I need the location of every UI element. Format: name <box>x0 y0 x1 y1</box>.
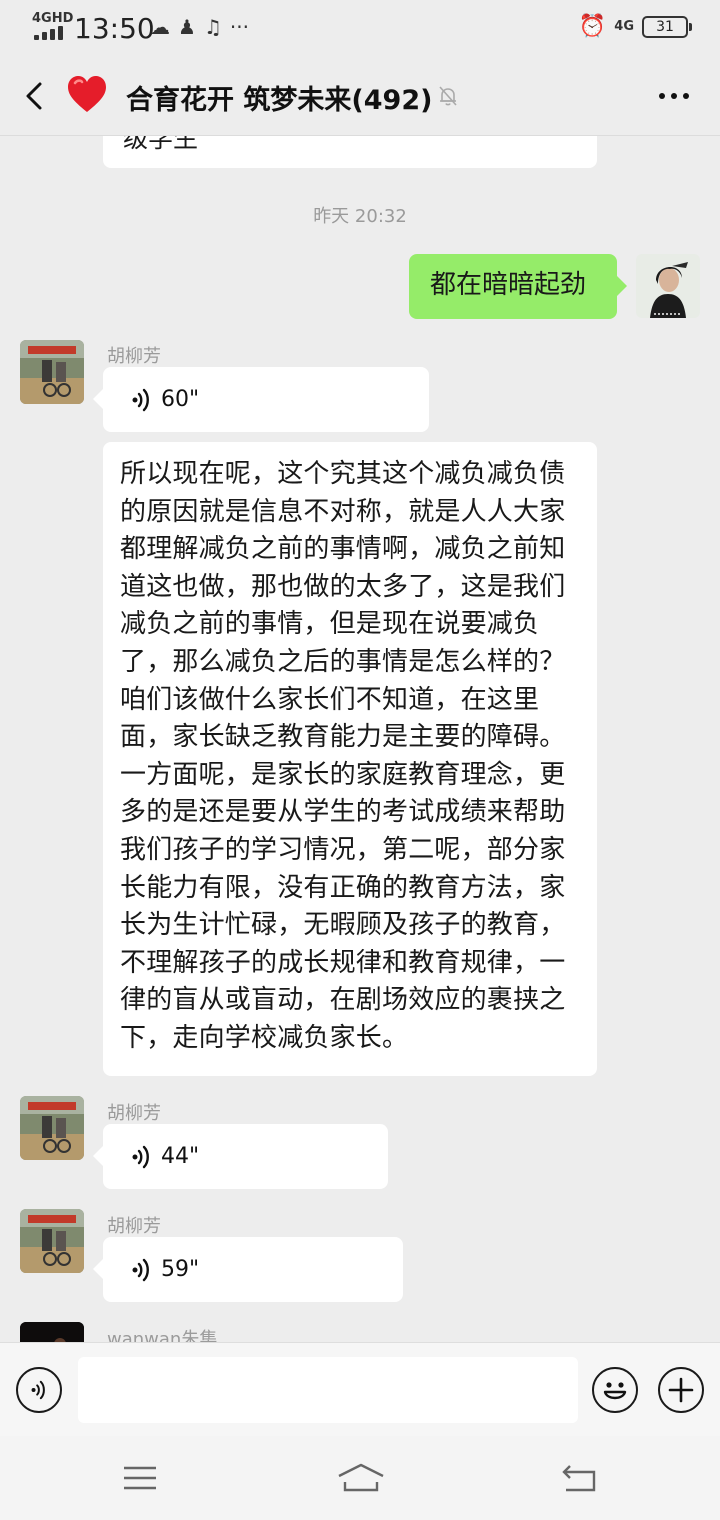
status-right: ⏰ 4G 31 <box>578 14 692 39</box>
message-text: 都在暗暗起劲 <box>430 270 587 300</box>
music-icon: ♫ <box>203 15 222 39</box>
network-type: 4GHD <box>32 11 74 26</box>
message-text: 所以现在呢，这个究其这个减负减负债的原因就是信息不对称，就是人人大家都理解减负之… <box>120 459 566 1053</box>
nav-bar: 合育花开 筑梦未来(492) <box>0 56 720 136</box>
status-bar: 4GHD 13:50 ☁ ♟ ♫ ··· ⏰ 4G 31 <box>0 0 720 56</box>
plus-icon <box>668 1377 694 1403</box>
message-text: 级学生 <box>123 136 199 153</box>
voice-duration: 59" <box>161 1256 200 1282</box>
network-type-right: 4G <box>614 19 634 34</box>
voice-wave-icon <box>132 1145 149 1168</box>
sender-name: wanwan朱集 <box>107 1329 218 1342</box>
voice-message-bubble[interactable]: 44" <box>93 1124 388 1189</box>
voice-duration: 44" <box>161 1143 200 1169</box>
signal-icon <box>34 26 66 40</box>
sender-avatar[interactable] <box>20 1322 84 1342</box>
more-functions-button[interactable] <box>658 1367 704 1413</box>
return-icon[interactable] <box>560 1462 600 1494</box>
emoji-icon <box>603 1382 627 1400</box>
voice-wave-icon <box>132 1258 149 1281</box>
input-bar <box>0 1342 720 1436</box>
sender-name: 胡柳芳 <box>107 346 161 367</box>
emoji-button[interactable] <box>592 1367 638 1413</box>
back-button[interactable] <box>18 76 54 116</box>
status-time: 13:50 <box>74 12 155 45</box>
system-navigation-bar <box>0 1436 720 1520</box>
notification-icons: ☁ ♟ ♫ ··· <box>150 15 249 39</box>
voice-input-button[interactable] <box>16 1367 62 1413</box>
chat-title: 合育花开 筑梦未来(492) <box>126 85 433 116</box>
more-icon[interactable] <box>654 82 694 110</box>
sender-avatar[interactable] <box>20 340 84 404</box>
battery-icon: 31 <box>642 15 692 38</box>
chat-area[interactable]: 级学生 昨天 20:32 都在暗暗起劲 胡柳芳 60" 所以现在呢，这个究其这个… <box>0 136 720 1342</box>
battery-level: 31 <box>656 18 674 35</box>
back-arrow-icon <box>26 82 42 110</box>
voice-message-bubble[interactable]: 59" <box>93 1237 403 1302</box>
qq-icon: ♟ <box>178 15 196 39</box>
sender-name: 胡柳芳 <box>107 1103 161 1124</box>
my-message-bubble[interactable]: 都在暗暗起劲 <box>409 254 627 319</box>
weather-icon: ☁ <box>150 15 170 39</box>
alarm-icon: ⏰ <box>578 14 607 39</box>
voice-wave-icon <box>132 388 149 411</box>
sender-avatar[interactable] <box>20 1096 84 1160</box>
voice-message-bubble[interactable]: 60" <box>93 367 429 432</box>
sender-name: 胡柳芳 <box>107 1216 161 1237</box>
voice-duration: 60" <box>161 386 200 412</box>
menu-icon[interactable] <box>120 1462 160 1494</box>
sender-avatar[interactable] <box>20 1209 84 1273</box>
voice-input-icon <box>31 1380 45 1400</box>
my-avatar[interactable] <box>636 254 700 318</box>
heart-icon <box>68 76 106 112</box>
text-message-bubble[interactable]: 所以现在呢，这个究其这个减负减负债的原因就是信息不对称，就是人人大家都理解减负之… <box>103 442 597 1076</box>
message-bubble-partial[interactable]: 级学生 <box>103 136 597 168</box>
home-icon[interactable] <box>335 1462 387 1494</box>
message-timestamp: 昨天 20:32 <box>313 206 407 227</box>
more-notifications-icon: ··· <box>229 15 249 39</box>
message-input[interactable] <box>78 1357 578 1423</box>
mute-bell-icon <box>439 86 457 106</box>
